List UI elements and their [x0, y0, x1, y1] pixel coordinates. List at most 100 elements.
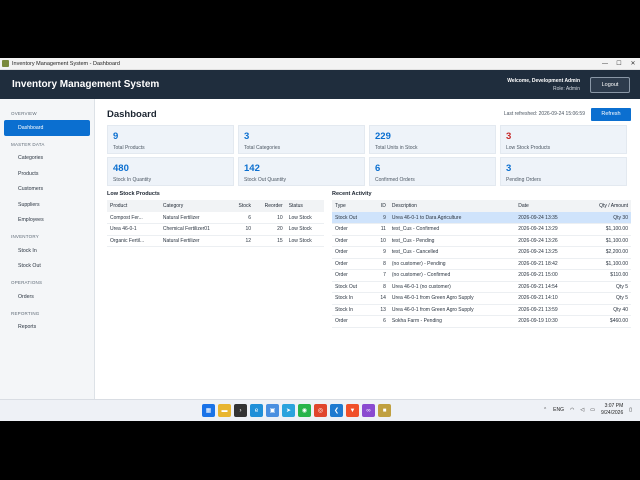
- table-cell: Sokha Farm - Pending: [391, 318, 442, 325]
- close-button[interactable]: ✕: [626, 60, 640, 67]
- table-row[interactable]: Urea 46-0-1 Chemical Fertilizer01 10 20 Low …: [107, 224, 324, 235]
- stat-card-low-stock-products: 3 Low Stock Products: [500, 125, 627, 154]
- stat-label: Total Units in Stock: [375, 145, 418, 151]
- brave-icon[interactable]: ▼: [346, 404, 359, 417]
- sidebar-section-operations: OPERATIONS: [11, 280, 43, 285]
- table-cell: Urea 46-0-1 from Green Agro Supply: [391, 306, 474, 313]
- sidebar-item-employees[interactable]: Employees: [0, 213, 94, 229]
- terminal-icon[interactable]: ›: [234, 404, 247, 417]
- table-cell: (no customer) - Confirmed: [391, 272, 451, 279]
- windows-start-icon[interactable]: ▦: [202, 404, 215, 417]
- file-explorer-icon[interactable]: ▬: [218, 404, 231, 417]
- table-cell: Urea 46-0-1 from Green Agro Supply: [391, 295, 474, 302]
- table-cell: 6: [248, 214, 252, 221]
- vscode-icon[interactable]: ❮: [330, 404, 343, 417]
- sidebar-item-reports[interactable]: Reports: [0, 320, 94, 336]
- table-cell: 10: [277, 214, 283, 221]
- clock[interactable]: 3:07 PM 9/24/2026: [601, 403, 623, 417]
- store-icon[interactable]: ▣: [266, 404, 279, 417]
- table-cell: Qty 40: [613, 306, 628, 313]
- sidebar-item-stock-out[interactable]: Stock Out: [0, 259, 94, 275]
- minimize-button[interactable]: —: [598, 61, 612, 67]
- column-header-reorder[interactable]: Reorder: [254, 200, 286, 212]
- column-header-category[interactable]: Category: [160, 200, 230, 212]
- telegram-icon[interactable]: ➤: [282, 404, 295, 417]
- main-content: Dashboard Last refreshed: 2026-09-24 15:…: [95, 99, 640, 399]
- sidebar-item-suppliers[interactable]: Suppliers: [0, 197, 94, 213]
- column-header-status[interactable]: Status: [286, 200, 324, 212]
- sidebar-item-stock-in[interactable]: Stock In: [0, 243, 94, 259]
- stat-label: Total Categories: [244, 145, 281, 151]
- chrome-icon[interactable]: ◎: [314, 404, 327, 417]
- edge-icon[interactable]: e: [250, 404, 263, 417]
- sidebar: OVERVIEW Dashboard MASTER DATA Categories Pr…: [0, 99, 95, 399]
- user-info: Welcome, Development Admin Role: Admin: [507, 77, 580, 93]
- table-cell: Order: [335, 226, 348, 233]
- column-header-description[interactable]: Description: [389, 200, 515, 212]
- sidebar-item-orders[interactable]: Orders: [0, 289, 94, 305]
- table-row[interactable]: Order 8 (no customer) - Pending 2026-09-21 …: [332, 258, 631, 270]
- sidebar-section-master-data: MASTER DATA: [11, 141, 45, 147]
- visual-studio-icon[interactable]: ∞: [362, 404, 375, 417]
- table-row[interactable]: Compost Fer... Natural Fertilizer 6 10 Low S…: [107, 212, 324, 224]
- stat-card-stock-out-quantity: 142 Stock Out Quantity: [238, 157, 365, 186]
- column-header-type[interactable]: Type: [332, 200, 372, 212]
- table-cell: Order: [335, 272, 348, 279]
- volume-icon[interactable]: ◁: [580, 407, 584, 413]
- table-cell: Order: [335, 237, 348, 244]
- table-row[interactable]: Stock In 13 Urea 46-0-1 from Green Agro Su…: [332, 304, 631, 316]
- language-indicator[interactable]: ENG: [553, 407, 564, 413]
- table-row[interactable]: Order 6 Sokha Farm - Pending 2026-09-19 10:…: [332, 316, 631, 327]
- app-body: OVERVIEW Dashboard MASTER DATA Categories Pr…: [0, 99, 640, 399]
- stat-label: Low Stock Products: [506, 145, 551, 151]
- clock-time: 3:07 PM: [604, 403, 624, 409]
- table-cell: 13: [380, 306, 386, 313]
- whatsapp-icon[interactable]: ◉: [298, 404, 311, 417]
- table-cell: Order: [335, 260, 348, 267]
- maximize-button[interactable]: ☐: [612, 60, 626, 67]
- table-row[interactable]: Order 10 test_Cus - Pending 2026-09-24 13:2…: [332, 235, 631, 247]
- column-header-date[interactable]: Date: [515, 200, 581, 212]
- table-cell: (no customer) - Pending: [391, 260, 446, 267]
- sidebar-item-customers[interactable]: Customers: [0, 182, 94, 198]
- app-title: Inventory Management System: [12, 79, 160, 90]
- table-row[interactable]: Order 7 (no customer) - Confirmed 2026-09-2…: [332, 270, 631, 281]
- wifi-icon[interactable]: ◠: [570, 407, 574, 413]
- table-cell: Compost Fer...: [110, 214, 143, 221]
- column-header-product[interactable]: Product: [107, 200, 160, 212]
- column-header-qty-amount[interactable]: Qty / Amount: [581, 200, 631, 212]
- table-cell: Urea 46-0-1 (no customer): [391, 283, 451, 290]
- table-row[interactable]: Order 11 test_Cus - Confirmed 2026-09-24 13…: [332, 224, 631, 235]
- table-row[interactable]: Stock In 14 Urea 46-0-1 from Green Agro Su…: [332, 293, 631, 304]
- table-cell: Organic Fertil...: [110, 237, 145, 244]
- recent-activity-title: Recent Activity: [332, 191, 372, 197]
- table-cell: 11: [380, 226, 386, 233]
- sidebar-section-overview: OVERVIEW: [11, 111, 37, 116]
- table-cell: test_Cus - Pending: [391, 237, 435, 244]
- window-titlebar[interactable]: Inventory Management System - Dashboard …: [0, 58, 640, 70]
- column-header-stock[interactable]: Stock: [230, 200, 254, 212]
- sidebar-item-dashboard[interactable]: Dashboard: [4, 120, 90, 136]
- stat-label: Stock Out Quantity: [244, 177, 286, 183]
- battery-icon[interactable]: ▭: [590, 407, 595, 413]
- column-header-id[interactable]: ID: [372, 200, 389, 212]
- table-cell: 2026-09-21 14:10: [518, 295, 558, 302]
- refresh-button[interactable]: Refresh: [591, 107, 631, 121]
- table-row[interactable]: Stock Out 9 Urea 46-0-1 to Dara Agricultur…: [332, 212, 631, 224]
- recent-activity-table: Type ID Description Date Qty / Amount Stock …: [332, 200, 631, 328]
- role-text: Role: Admin: [553, 85, 580, 92]
- table-cell: 8: [383, 260, 386, 267]
- table-cell: Qty 30: [613, 214, 628, 221]
- table-cell: Low Stock: [288, 226, 312, 233]
- table-row[interactable]: Stock Out 8 Urea 46-0-1 (no customer) 2026-…: [332, 281, 631, 293]
- app-icon[interactable]: ■: [378, 404, 391, 417]
- sidebar-item-products[interactable]: Products: [0, 166, 94, 182]
- table-cell: 12: [245, 237, 252, 244]
- chevron-up-icon[interactable]: ⌃: [543, 407, 547, 413]
- logout-button[interactable]: Logout: [590, 76, 630, 93]
- table-row[interactable]: Organic Fertil... Natural Fertilizer 12 15 L…: [107, 235, 324, 247]
- sidebar-item-categories[interactable]: Categories: [0, 151, 94, 167]
- notification-icon[interactable]: ▯: [629, 407, 632, 413]
- table-cell: 2026-09-21 18:42: [518, 260, 558, 267]
- table-row[interactable]: Order 9 test_Cus - Cancelled 2026-09-24 13:…: [332, 247, 631, 258]
